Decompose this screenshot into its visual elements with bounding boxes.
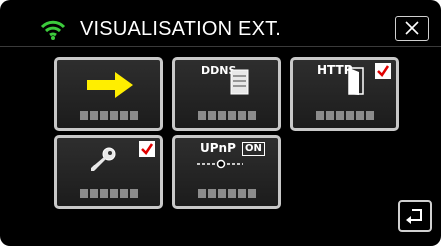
tile-label-placeholder <box>79 111 138 120</box>
close-icon <box>405 21 419 35</box>
title-divider <box>0 46 441 47</box>
screen: VISUALISATION EXT. DDNS HTTP UPnP ON <box>0 0 441 246</box>
key-icon <box>91 147 116 171</box>
door-icon <box>348 67 364 95</box>
tile-ddns-button[interactable]: DDNS <box>172 57 281 131</box>
http-checkbox[interactable] <box>375 63 391 79</box>
close-button[interactable] <box>395 16 429 41</box>
tile-label-placeholder <box>315 111 374 120</box>
tile-start-button[interactable] <box>54 57 163 131</box>
tile-http-button[interactable]: HTTP <box>290 57 399 131</box>
back-button[interactable] <box>398 200 432 232</box>
tile-label-placeholder <box>197 189 256 198</box>
wifi-icon <box>40 20 66 40</box>
upnp-on-badge: ON <box>242 142 265 156</box>
checkmark-icon <box>141 143 154 155</box>
upnp-slider-icon <box>197 159 243 169</box>
arrow-right-icon <box>87 72 133 98</box>
checkmark-icon <box>377 65 390 77</box>
page-title: VISUALISATION EXT. <box>80 18 282 40</box>
server-icon <box>230 69 249 95</box>
title-bar: VISUALISATION EXT. <box>0 0 441 48</box>
password-checkbox[interactable] <box>139 141 155 157</box>
upnp-label: UPnP <box>200 141 236 155</box>
tile-password-button[interactable] <box>54 135 163 209</box>
tile-upnp-button[interactable]: UPnP ON <box>172 135 281 209</box>
tile-label-placeholder <box>79 189 138 198</box>
tile-label-placeholder <box>197 111 256 120</box>
return-icon <box>406 209 422 224</box>
